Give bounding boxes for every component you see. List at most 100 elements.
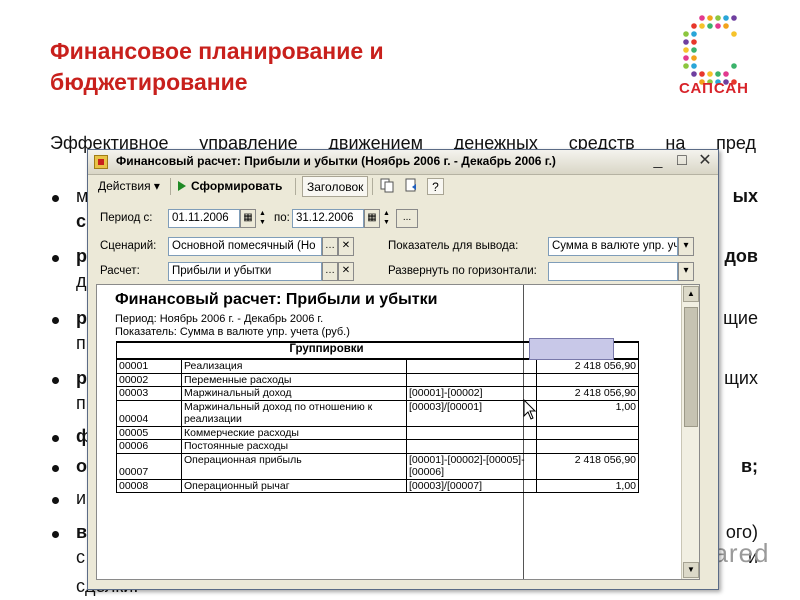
groupings-header: Группировки — [117, 342, 537, 359]
row-total: 2 418 056,90 — [537, 453, 639, 479]
row-name: Операционный рычаг — [182, 479, 407, 493]
report-window: Финансовый расчет: Прибыли и убытки (Ноя… — [87, 149, 719, 590]
row-code: 00004 — [117, 400, 182, 426]
bullet-text-end: ых — [733, 186, 758, 207]
period-to-field[interactable]: 31.12.2006 — [292, 209, 364, 228]
logo-dot — [691, 55, 697, 61]
chevron-down-icon: ▾ — [154, 179, 160, 193]
table-row[interactable]: 00007 Операционная прибыль [00001]-[0000… — [117, 453, 639, 479]
minimize-button[interactable]: _ — [648, 152, 668, 171]
ellipsis-icon[interactable]: … — [322, 262, 338, 281]
bullet-dot-icon — [52, 255, 59, 262]
logo-dot — [723, 15, 729, 21]
scenario-label: Сценарий: — [100, 240, 156, 252]
table-row[interactable]: 00004 Маржинальный доход по отношению к … — [117, 400, 639, 426]
scroll-down-icon[interactable]: ▼ — [683, 562, 699, 578]
expand-select[interactable] — [548, 262, 678, 281]
table-row[interactable]: 00002 Переменные расходы — [117, 373, 639, 387]
logo-dot — [731, 15, 737, 21]
logo-dot — [707, 15, 713, 21]
close-button[interactable]: ✕ — [695, 152, 715, 171]
row-formula — [407, 440, 537, 454]
window-title: Финансовый расчет: Прибыли и убытки (Ноя… — [116, 154, 556, 168]
toolbar-separator — [372, 178, 373, 195]
period-from-label: Период с: — [100, 212, 152, 224]
window-titlebar[interactable]: Финансовый расчет: Прибыли и убытки (Ноя… — [88, 150, 718, 175]
row-formula — [407, 426, 537, 440]
header-button[interactable]: Заголовок — [302, 176, 368, 197]
period-from-field[interactable]: 01.11.2006 — [168, 209, 240, 228]
logo-dot — [691, 63, 697, 69]
row-total: 1,00 — [537, 400, 639, 426]
bullet-dot-icon — [52, 435, 59, 442]
scroll-up-icon[interactable]: ▲ — [683, 286, 699, 302]
bullet-text-start: р — [76, 246, 87, 267]
selected-cell[interactable] — [529, 338, 614, 360]
row-name: Реализация — [182, 359, 407, 373]
vertical-scrollbar[interactable]: ▲ ▼ — [681, 285, 700, 579]
report-title: Финансовый расчет: Прибыли и убытки — [115, 291, 437, 309]
table-row[interactable]: 00005 Коммерческие расходы — [117, 426, 639, 440]
bullet-text-start: р — [76, 368, 87, 389]
row-name: Маржинальный доход по отношению к реализ… — [182, 400, 407, 426]
generate-button[interactable]: Сформировать — [178, 176, 282, 197]
calc-field[interactable]: Прибыли и убытки — [168, 262, 322, 281]
bullet-text-end: щих — [724, 368, 758, 389]
logo-dot — [691, 23, 697, 29]
clear-icon[interactable]: ✕ — [338, 237, 354, 256]
mouse-cursor-icon — [523, 399, 537, 421]
row-formula: [00003]/[00001] — [407, 400, 537, 426]
scenario-field[interactable]: Основной помесячный (Но — [168, 237, 322, 256]
chevron-down-icon[interactable]: ▾ — [678, 262, 694, 281]
scrollbar-thumb[interactable] — [684, 307, 698, 427]
bullet-text-start-2: с — [76, 547, 85, 568]
row-code: 00005 — [117, 426, 182, 440]
row-name: Переменные расходы — [182, 373, 407, 387]
toolbar: Действия ▾ Сформировать Заголовок ? — [92, 176, 714, 198]
copy-icon[interactable] — [379, 178, 396, 195]
bullet-text-start-2: с — [76, 211, 86, 232]
help-button[interactable]: ? — [427, 178, 444, 195]
report-sheet[interactable]: Финансовый расчет: Прибыли и убытки Пери… — [96, 284, 700, 580]
maximize-button[interactable]: □ — [672, 152, 692, 171]
logo-dot — [699, 71, 705, 77]
logo-dot — [715, 23, 721, 29]
period-to-stepper[interactable]: ▲▼ — [381, 209, 392, 228]
bullet-dot-icon — [52, 195, 59, 202]
refresh-icon[interactable] — [403, 178, 420, 195]
clear-icon[interactable]: ✕ — [338, 262, 354, 281]
bullet-text-end: в; — [741, 456, 758, 477]
actions-menu[interactable]: Действия ▾ — [98, 176, 160, 197]
period-select-button[interactable]: ... — [396, 209, 418, 228]
logo-dot — [707, 23, 713, 29]
logo-dot — [731, 31, 737, 37]
calendar-icon[interactable]: ▦ — [364, 209, 380, 228]
logo-dot — [691, 47, 697, 53]
row-name: Операционная прибыль — [182, 453, 407, 479]
actions-label: Действия — [98, 179, 151, 193]
logo-dot — [699, 15, 705, 21]
table-row[interactable]: 00003 Маржинальный доход [00001]-[00002]… — [117, 387, 639, 401]
generate-label: Сформировать — [191, 179, 282, 193]
row-name: Маржинальный доход — [182, 387, 407, 401]
calendar-icon[interactable]: ▦ — [240, 209, 256, 228]
bullet-text-start-2: п — [76, 333, 86, 354]
row-total — [537, 440, 639, 454]
bullet-dot-icon — [52, 531, 59, 538]
report-period: Период: Ноябрь 2006 г. - Декабрь 2006 г. — [115, 313, 323, 325]
period-from-stepper[interactable]: ▲▼ — [257, 209, 268, 228]
row-total: 1,00 — [537, 479, 639, 493]
ellipsis-icon[interactable]: … — [322, 237, 338, 256]
play-icon — [178, 181, 186, 191]
logo-dot — [683, 31, 689, 37]
logo-dot — [715, 15, 721, 21]
logo-text: САПСАН — [666, 80, 762, 97]
table-row[interactable]: 00008 Операционный рычаг [00003]/[00007]… — [117, 479, 639, 493]
table-row[interactable]: 00001 Реализация 2 418 056,90 — [117, 359, 639, 373]
bullet-text-start: о — [76, 456, 87, 477]
table-row[interactable]: 00006 Постоянные расходы — [117, 440, 639, 454]
indicator-select[interactable]: Сумма в валюте упр. учет — [548, 237, 678, 256]
chevron-down-icon[interactable]: ▾ — [678, 237, 694, 256]
logo-dot — [731, 63, 737, 69]
row-formula — [407, 373, 537, 387]
